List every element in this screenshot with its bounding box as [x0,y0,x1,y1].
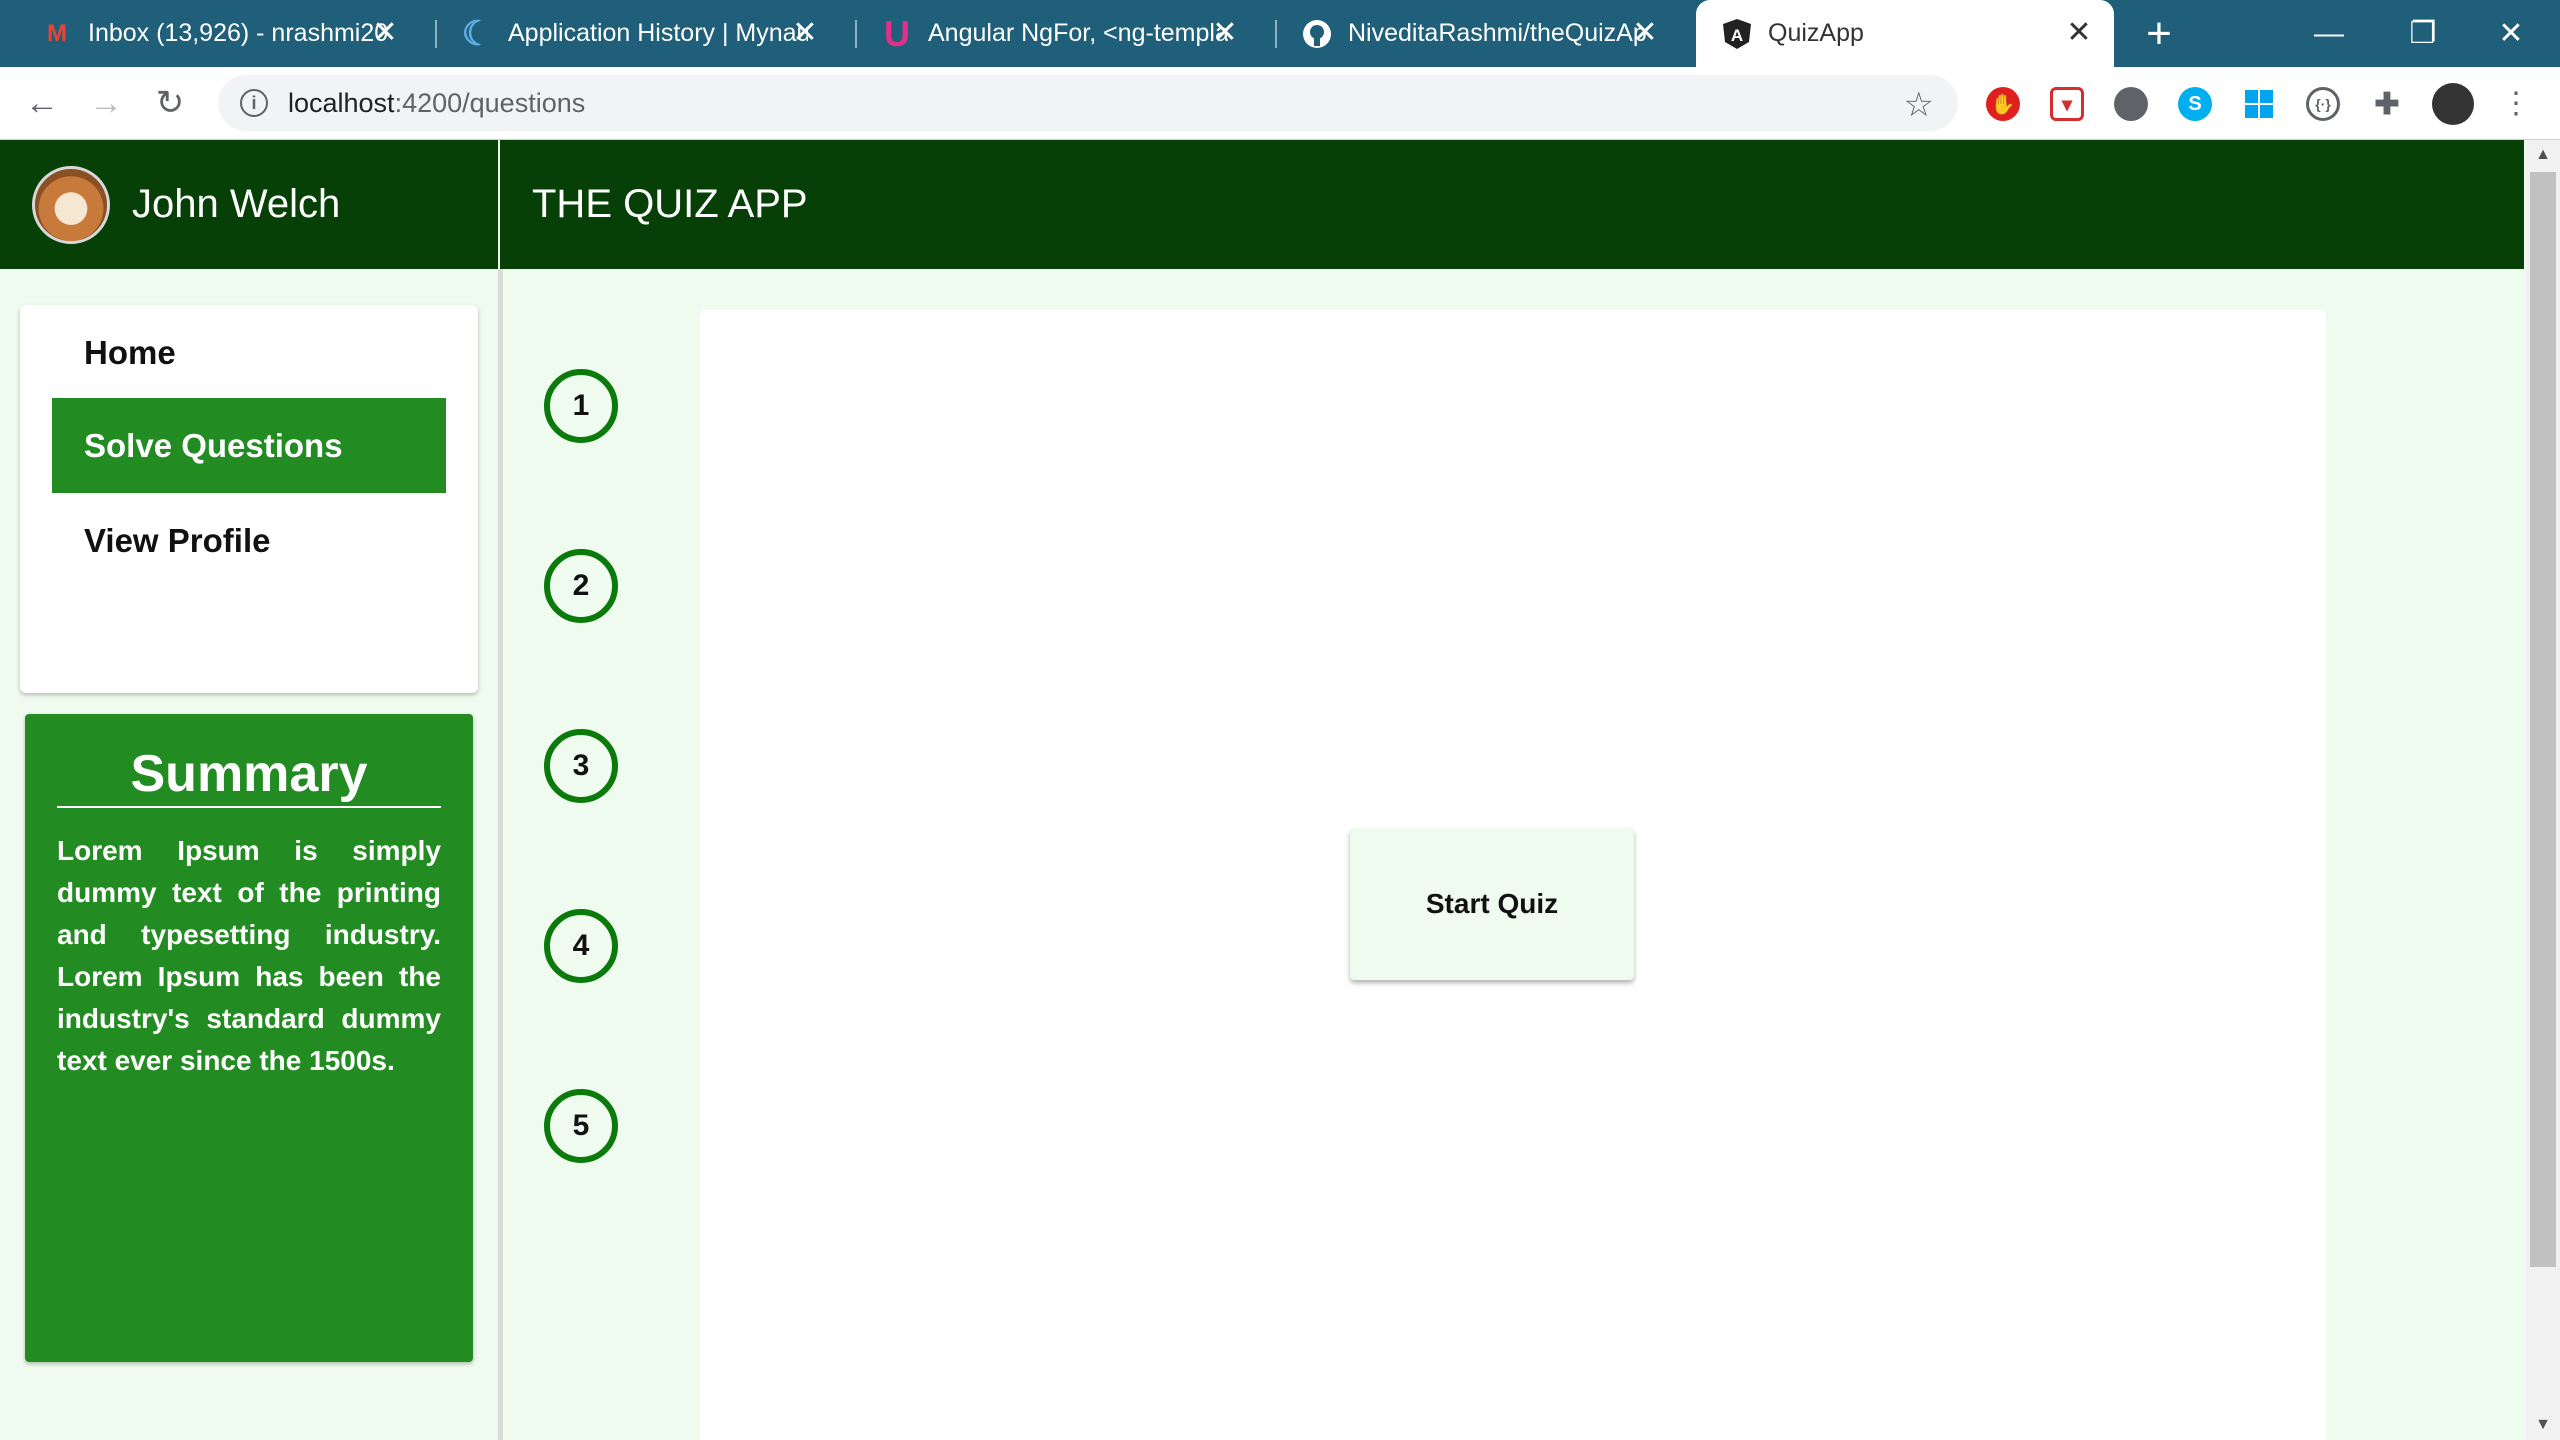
page-viewport: John Welch THE QUIZ APP Home Solve Quest… [0,140,2560,1440]
url-text: localhost:4200/questions [288,88,585,119]
scroll-up-icon[interactable]: ▲ [2526,140,2560,170]
mynaukri-icon: ☾ [461,14,493,53]
github-icon [1300,17,1334,51]
tab-gmail[interactable]: M Inbox (13,926) - nrashmi20( ✕ [0,0,420,67]
close-icon[interactable]: ✕ [370,18,400,48]
bookmark-star-icon[interactable]: ☆ [1904,85,1934,125]
svg-text:A: A [1731,26,1743,45]
adblock-extension-icon[interactable]: ✋ [1986,87,2020,121]
theme-extension-icon[interactable] [2114,87,2148,121]
reload-icon[interactable]: ↻ [148,81,192,125]
question-number-5[interactable]: 5 [544,1089,618,1163]
tab-title: Angular NgFor, <ng-templa [928,19,1228,47]
start-quiz-button[interactable]: Start Quiz [1350,828,1634,980]
address-bar[interactable]: i localhost:4200/questions ☆ [218,75,1958,131]
question-number-2[interactable]: 2 [544,549,618,623]
tab-angular-ngfor[interactable]: U Angular NgFor, <ng-templa ✕ [840,0,1260,67]
summary-text: Lorem Ipsum is simply dummy text of the … [57,835,441,1076]
extensions-puzzle-icon[interactable]: ✚ [2370,87,2404,121]
user-header: John Welch [0,140,498,269]
question-number-3[interactable]: 3 [544,729,618,803]
devtools-extension-icon[interactable]: {·} [2306,87,2340,121]
sidebar-divider [498,269,503,1440]
ultimate-courses-icon: U [884,12,910,54]
forward-arrow-icon[interactable]: → [84,81,128,125]
close-icon[interactable]: ✕ [2064,18,2094,48]
nav-item-view-profile[interactable]: View Profile [52,493,446,588]
scrollbar-thumb[interactable] [2530,172,2556,1267]
summary-title: Summary [130,745,368,803]
back-arrow-icon[interactable]: ← [20,81,64,125]
new-tab-button[interactable]: + [2114,0,2204,67]
app-header: THE QUIZ APP [500,140,2524,269]
app-title: THE QUIZ APP [532,182,808,226]
tab-title: NiveditaRashmi/theQuizAp [1348,19,1647,47]
summary-panel: Summary Lorem Ipsum is simply dummy text… [25,714,473,1362]
tab-quizapp[interactable]: A QuizApp ✕ [1696,0,2114,67]
nav-item-home[interactable]: Home [52,305,446,400]
window-close-icon[interactable]: ✕ [2466,0,2556,67]
windows-extension-icon[interactable] [2242,87,2276,121]
tab-title: Application History | Mynau [508,19,808,47]
close-icon[interactable]: ✕ [1630,18,1660,48]
browser-tabstrip: M Inbox (13,926) - nrashmi20( ✕ ☾ Applic… [0,0,2560,67]
angular-icon: A [1720,17,1754,51]
question-number-4[interactable]: 4 [544,909,618,983]
tab-title: QuizApp [1768,19,1864,47]
page-scrollbar[interactable]: ▲ ▼ [2526,140,2560,1440]
close-icon[interactable]: ✕ [1210,18,1240,48]
nav-menu: Home Solve Questions View Profile [20,305,478,693]
site-info-icon[interactable]: i [240,89,268,117]
minimize-icon[interactable]: — [2284,0,2374,67]
scroll-down-icon[interactable]: ▼ [2526,1410,2560,1440]
restore-icon[interactable]: ❐ [2378,0,2468,67]
url-host: localhost [288,87,395,118]
avatar [32,165,110,244]
url-path: :4200/questions [394,87,586,118]
tab-title: Inbox (13,926) - nrashmi20( [88,19,388,47]
tab-mynaukri[interactable]: ☾ Application History | Mynau ✕ [420,0,840,67]
tab-github[interactable]: NiveditaRashmi/theQuizAp ✕ [1260,0,1680,67]
gmail-icon: M [47,19,67,47]
nav-item-solve-questions[interactable]: Solve Questions [52,398,446,493]
pocket-extension-icon[interactable]: ▾ [2050,87,2084,121]
profile-avatar-icon[interactable] [2432,83,2474,125]
browser-toolbar: ← → ↻ i localhost:4200/questions ☆ ✋ ▾ S… [0,67,2560,140]
question-number-1[interactable]: 1 [544,369,618,443]
summary-divider [57,806,441,808]
close-icon[interactable]: ✕ [790,18,820,48]
browser-menu-icon[interactable]: ⋮ [2494,81,2538,125]
skype-extension-icon[interactable]: S [2178,87,2212,121]
user-name: John Welch [132,182,341,226]
